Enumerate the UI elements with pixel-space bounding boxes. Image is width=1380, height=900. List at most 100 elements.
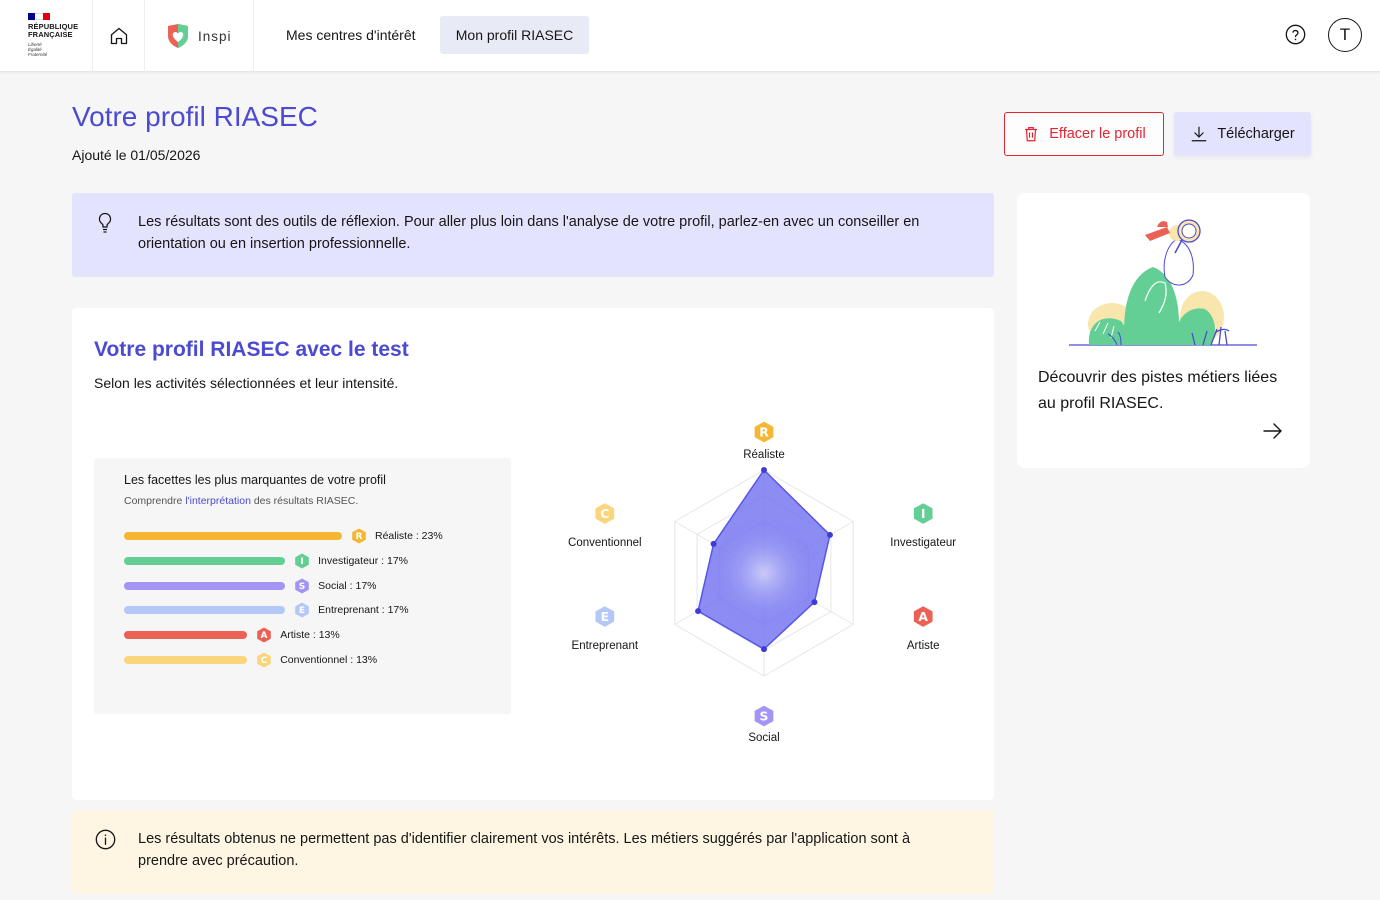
nav-profil-riasec[interactable]: Mon profil RIASEC	[440, 16, 589, 54]
download-icon	[1191, 126, 1207, 142]
facet-row-i: I Investigateur : 17%	[124, 553, 408, 569]
added-date: Ajouté le 01/05/2026	[72, 147, 201, 163]
riasec-radar-chart: R I A S E C Réaliste Investigateur Artiste Socia…	[532, 418, 956, 768]
facet-bar	[124, 656, 248, 664]
trash-icon	[1025, 127, 1038, 142]
riasec-profile-card: Votre profil RIASEC avec le test Selon l…	[72, 308, 994, 800]
warning-callout-text: Les résultats obtenus ne permettent pas …	[138, 831, 911, 869]
rf-name: RÉPUBLIQUE FRANÇAISE	[28, 23, 78, 39]
lightbulb-icon	[98, 212, 112, 233]
radar-axis-label: Réaliste	[743, 449, 785, 461]
radar-axis-label: Investigateur	[890, 536, 957, 549]
rf-motto: Liberté Égalité Fraternité	[28, 42, 47, 57]
radar-badge-r: R	[754, 421, 774, 443]
header: RÉPUBLIQUE FRANÇAISE Liberté Égalité Fra…	[0, 0, 1380, 72]
page-title: Votre profil RIASEC	[72, 101, 318, 132]
radar-point-r	[761, 467, 767, 473]
facet-label: Investigateur : 17%	[318, 554, 409, 567]
republique-francaise-logo[interactable]: RÉPUBLIQUE FRANÇAISE Liberté Égalité Fra…	[0, 0, 93, 72]
svg-text:I: I	[921, 507, 926, 521]
facet-label: Artiste : 13%	[280, 629, 340, 642]
facet-label: Social : 17%	[318, 579, 377, 592]
rf-name-line2: FRANÇAISE	[28, 30, 73, 39]
clear-profile-label: Effacer le profil	[1049, 126, 1146, 142]
facet-bar	[124, 581, 286, 590]
info-circle-icon	[95, 829, 116, 850]
facet-bar	[124, 606, 286, 615]
facet-badge-i: I	[294, 553, 310, 569]
facet-row-e: E Entreprenant : 17%	[124, 602, 409, 618]
facets-subtitle: Comprendre l'interprétation des résultat…	[124, 495, 358, 507]
radar-badge-c: C	[595, 503, 615, 524]
arrow-right-icon[interactable]	[1263, 423, 1283, 439]
facet-label: Entreprenant : 17%	[318, 604, 409, 617]
svg-text:C: C	[261, 656, 268, 666]
warning-callout: Les résultats obtenus ne permettent pas …	[72, 810, 994, 894]
info-callout: Les résultats sont des outils de réflexi…	[72, 193, 994, 277]
facet-badge-e: E	[294, 602, 310, 618]
person-reading-illustration	[1069, 219, 1257, 346]
facets-sub-before: Comprendre	[124, 495, 186, 507]
download-label: Télécharger	[1217, 126, 1295, 142]
download-button[interactable]: Télécharger	[1174, 112, 1311, 156]
facet-row-s: S Social : 17%	[124, 578, 377, 594]
profile-card-title: Votre profil RIASEC avec le test	[94, 338, 409, 361]
metiers-card[interactable]: Découvrir des pistes métiers liées au pr…	[1017, 193, 1310, 468]
facet-row-c: C Conventionnel : 13%	[124, 652, 377, 668]
radar-svg: R I A S E C	[595, 421, 933, 727]
info-callout-text: Les résultats sont des outils de réflexi…	[138, 214, 920, 252]
svg-text:C: C	[600, 507, 609, 521]
facet-bar	[124, 556, 286, 565]
radar-point-i	[826, 531, 833, 538]
home-button[interactable]	[93, 0, 145, 72]
home-icon	[110, 27, 127, 45]
radar-axis-label: Artiste	[906, 639, 940, 652]
facet-row-a: A Artiste : 13%	[124, 627, 340, 643]
facet-bar	[124, 631, 248, 640]
radar-point-s	[761, 646, 767, 653]
help-icon[interactable]	[1285, 24, 1306, 45]
facet-badge-a: A	[256, 627, 272, 643]
radar-badge-s: S	[754, 705, 774, 727]
svg-text:E: E	[601, 610, 609, 624]
facet-badge-r: R	[351, 528, 367, 544]
radar-center-glow	[707, 516, 821, 630]
radar-badge-a: A	[913, 606, 933, 627]
user-avatar[interactable]: T	[1328, 18, 1362, 52]
app-name: Inspi	[198, 28, 232, 44]
facet-badge-c: C	[256, 652, 272, 668]
radar-point-e	[695, 608, 702, 615]
radar-badge-i: I	[913, 503, 933, 524]
radar-point-c	[710, 540, 717, 547]
svg-text:S: S	[760, 709, 769, 723]
facet-bar	[124, 532, 342, 540]
radar-point-a	[811, 599, 818, 606]
clear-profile-button[interactable]: Effacer le profil	[1004, 112, 1164, 156]
facet-label: Réaliste : 23%	[375, 530, 443, 542]
facets-sub-after: des résultats RIASEC.	[250, 495, 359, 507]
nav-centres-interet[interactable]: Mes centres d'intérêt	[272, 16, 430, 54]
inspi-app-link[interactable]: Inspi	[145, 0, 254, 72]
svg-text:A: A	[261, 631, 268, 641]
svg-text:R: R	[759, 425, 769, 439]
radar-axis-label: Social	[748, 732, 780, 744]
svg-text:R: R	[356, 532, 363, 542]
radar-axis-label: Entreprenant	[571, 639, 639, 652]
inspi-logo-icon	[168, 24, 188, 48]
svg-text:A: A	[918, 610, 928, 624]
motto-fraternite: Fraternité	[28, 52, 48, 57]
facets-panel: Les facettes les plus marquantes de votr…	[94, 458, 511, 714]
svg-text:E: E	[299, 607, 305, 617]
metiers-card-text: Découvrir des pistes métiers liées au pr…	[1038, 369, 1278, 412]
facet-badge-s: S	[294, 578, 310, 594]
french-flag-icon	[28, 13, 50, 20]
radar-axis-label: Conventionnel	[568, 536, 642, 549]
facet-row-r: R Réaliste : 23%	[124, 528, 443, 544]
interpretation-link[interactable]: l'interprétation	[185, 495, 251, 507]
profile-card-subtitle: Selon les activités sélectionnées et leu…	[94, 375, 399, 391]
svg-text:S: S	[299, 582, 305, 592]
facet-label: Conventionnel : 13%	[280, 654, 378, 666]
radar-badge-e: E	[595, 606, 615, 627]
svg-text:I: I	[300, 557, 303, 567]
facets-title: Les facettes les plus marquantes de votr…	[124, 473, 386, 487]
